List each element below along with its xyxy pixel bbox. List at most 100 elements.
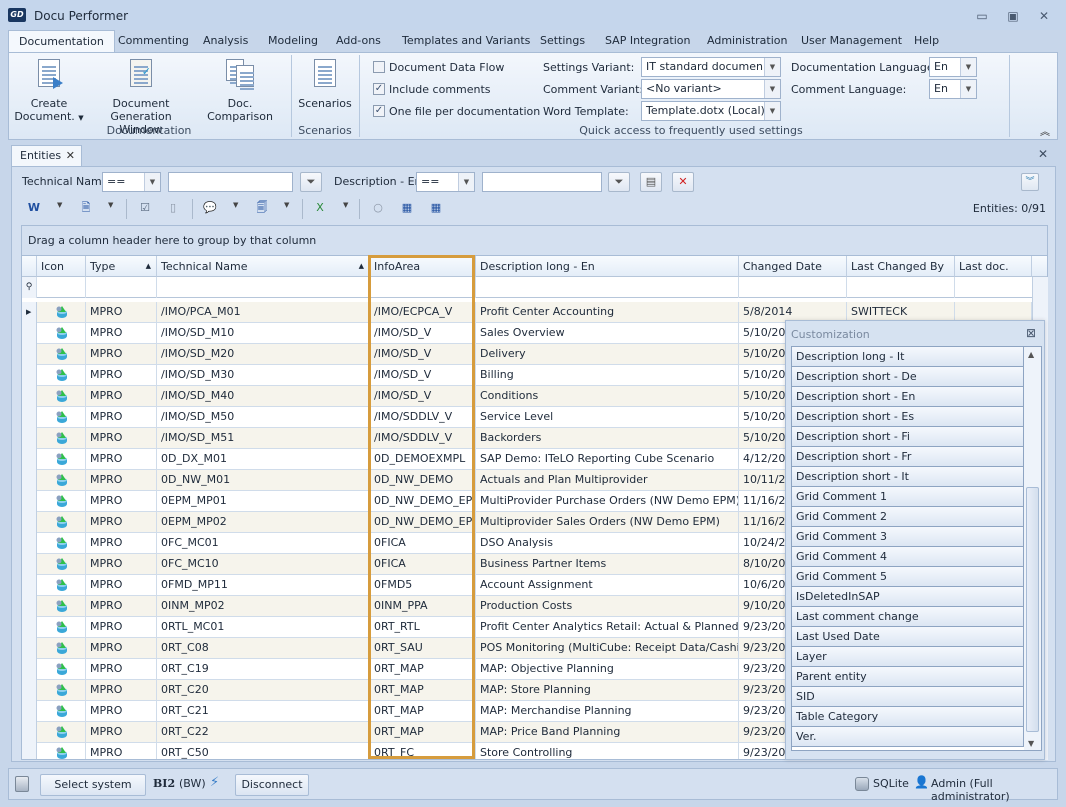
cell-type[interactable]: MPRO xyxy=(86,407,157,428)
empty-list-icon[interactable]: ▯ xyxy=(165,200,181,216)
comment-word-icon[interactable]: 🗐 xyxy=(254,200,270,216)
filter-cell[interactable] xyxy=(476,277,739,298)
cell-technical-name[interactable]: 0RT_C20 xyxy=(157,680,370,701)
row-indicator[interactable] xyxy=(22,701,37,722)
expand-toolbar-button[interactable]: ︾ xyxy=(1021,173,1039,191)
tab-add-ons[interactable]: Add-ons xyxy=(326,30,391,52)
cell-technical-name[interactable]: /IMO/SD_M20 xyxy=(157,344,370,365)
row-indicator[interactable] xyxy=(22,470,37,491)
cell-type[interactable]: MPRO xyxy=(86,575,157,596)
check-list-icon[interactable]: ☑ xyxy=(137,200,153,216)
cell-description[interactable]: Store Controlling xyxy=(476,743,739,759)
scroll-up-icon[interactable]: ▲ xyxy=(1028,350,1034,359)
tab-modeling[interactable]: Modeling xyxy=(258,30,328,52)
customization-item[interactable]: Description short - Es xyxy=(792,407,1024,427)
cell-infoarea[interactable]: /IMO/SDDLV_V xyxy=(370,407,476,428)
cell-description[interactable]: SAP Demo: ITeLO Reporting Cube Scenario xyxy=(476,449,739,470)
cell-technical-name[interactable]: 0RT_C19 xyxy=(157,659,370,680)
create-document-button[interactable]: Create Document. ▼ xyxy=(13,59,85,125)
cell-description[interactable]: MAP: Objective Planning xyxy=(476,659,739,680)
close-window-button[interactable]: ✕ xyxy=(1034,8,1054,24)
customization-item[interactable]: Parent entity xyxy=(792,667,1024,687)
cell-icon[interactable] xyxy=(37,659,86,680)
column-header-infoarea[interactable]: InfoArea xyxy=(370,256,476,277)
cell-type[interactable]: MPRO xyxy=(86,554,157,575)
cell-description[interactable]: Sales Overview xyxy=(476,323,739,344)
row-indicator[interactable] xyxy=(22,512,37,533)
customization-item[interactable]: Last Used Date xyxy=(792,627,1024,647)
include-comments-checkbox[interactable]: ✓ xyxy=(373,83,385,95)
cell-technical-name[interactable]: /IMO/SD_M10 xyxy=(157,323,370,344)
cell-description[interactable]: Billing xyxy=(476,365,739,386)
collapse-ribbon-icon[interactable]: ︽ xyxy=(1040,123,1050,138)
cell-description[interactable]: Conditions xyxy=(476,386,739,407)
tab-help[interactable]: Help xyxy=(904,30,949,52)
cell-technical-name[interactable]: 0EPM_MP02 xyxy=(157,512,370,533)
cell-infoarea[interactable]: 0D_NW_DEMO_EPM xyxy=(370,512,476,533)
filter-cell[interactable] xyxy=(370,277,476,298)
cell-technical-name[interactable]: 0FC_MC10 xyxy=(157,554,370,575)
cell-description[interactable]: Account Assignment xyxy=(476,575,739,596)
cell-description[interactable]: MultiProvider Purchase Orders (NW Demo E… xyxy=(476,491,739,512)
tab-settings[interactable]: Settings xyxy=(530,30,595,52)
tab-administration[interactable]: Administration xyxy=(697,30,798,52)
chevron-down-icon[interactable]: ▼ xyxy=(144,173,160,191)
description-operator-select[interactable]: == ▼ xyxy=(416,172,475,192)
cell-technical-name[interactable]: /IMO/SD_M50 xyxy=(157,407,370,428)
technical-name-filter-input[interactable] xyxy=(168,172,293,192)
cell-icon[interactable] xyxy=(37,638,86,659)
comment-language-select[interactable]: En ▼ xyxy=(929,79,977,99)
cell-icon[interactable] xyxy=(37,491,86,512)
chevron-down-icon[interactable]: ▼ xyxy=(284,201,289,209)
cell-description[interactable]: Multiprovider Sales Orders (NW Demo EPM) xyxy=(476,512,739,533)
tab-templates-and-variants[interactable]: Templates and Variants xyxy=(392,30,540,52)
customization-item[interactable]: Table Category xyxy=(792,707,1024,727)
close-customization-icon[interactable]: ⊠ xyxy=(1026,326,1036,340)
cell-technical-name[interactable]: 0INM_MP02 xyxy=(157,596,370,617)
cell-icon[interactable] xyxy=(37,743,86,759)
customization-item[interactable]: SID xyxy=(792,687,1024,707)
chevron-down-icon[interactable]: ▼ xyxy=(764,58,780,76)
cell-type[interactable]: MPRO xyxy=(86,617,157,638)
excel-export-icon[interactable]: X xyxy=(312,200,328,216)
customization-item[interactable]: Description short - It xyxy=(792,467,1024,487)
customization-item[interactable]: Description short - Fr xyxy=(792,447,1024,467)
cell-icon[interactable] xyxy=(37,344,86,365)
tab-analysis[interactable]: Analysis xyxy=(193,30,258,52)
cell-infoarea[interactable]: /IMO/SD_V xyxy=(370,365,476,386)
row-indicator[interactable] xyxy=(22,428,37,449)
cell-technical-name[interactable]: 0D_NW_M01 xyxy=(157,470,370,491)
cell-icon[interactable] xyxy=(37,575,86,596)
column-header-last-changed-by[interactable]: Last Changed By xyxy=(847,256,955,277)
row-indicator[interactable] xyxy=(22,533,37,554)
one-file-per-documentation-checkbox[interactable]: ✓ xyxy=(373,105,385,117)
row-indicator[interactable] xyxy=(22,491,37,512)
cell-infoarea[interactable]: 0RT_SAU xyxy=(370,638,476,659)
cell-description[interactable]: Backorders xyxy=(476,428,739,449)
cell-type[interactable]: MPRO xyxy=(86,386,157,407)
cell-type[interactable]: MPRO xyxy=(86,659,157,680)
cell-description[interactable]: Actuals and Plan Multiprovider xyxy=(476,470,739,491)
customization-item[interactable]: Ver. xyxy=(792,727,1024,747)
cell-description[interactable]: MAP: Price Band Planning xyxy=(476,722,739,743)
cell-type[interactable]: MPRO xyxy=(86,512,157,533)
cell-technical-name[interactable]: 0FMD_MP11 xyxy=(157,575,370,596)
row-indicator[interactable] xyxy=(22,554,37,575)
cell-infoarea[interactable]: 0D_NW_DEMO xyxy=(370,470,476,491)
row-indicator[interactable] xyxy=(22,407,37,428)
settings-variant-select[interactable]: IT standard documen... ▼ xyxy=(641,57,781,77)
filter-list-button[interactable]: ⏷ xyxy=(300,172,322,192)
cell-type[interactable]: MPRO xyxy=(86,638,157,659)
cell-description[interactable]: POS Monitoring (MultiCube: Receipt Data/… xyxy=(476,638,739,659)
cell-type[interactable]: MPRO xyxy=(86,323,157,344)
column-header-type[interactable]: Type ▲ xyxy=(86,256,157,277)
cell-icon[interactable] xyxy=(37,323,86,344)
cell-technical-name[interactable]: 0RT_C08 xyxy=(157,638,370,659)
cell-infoarea[interactable]: /IMO/SDDLV_V xyxy=(370,428,476,449)
word-template-select[interactable]: Template.dotx (Local) ▼ xyxy=(641,101,781,121)
cell-infoarea[interactable]: 0RT_MAP xyxy=(370,680,476,701)
cell-icon[interactable] xyxy=(37,596,86,617)
cell-icon[interactable] xyxy=(37,470,86,491)
filter-cell[interactable] xyxy=(739,277,847,298)
cell-description[interactable]: Service Level xyxy=(476,407,739,428)
